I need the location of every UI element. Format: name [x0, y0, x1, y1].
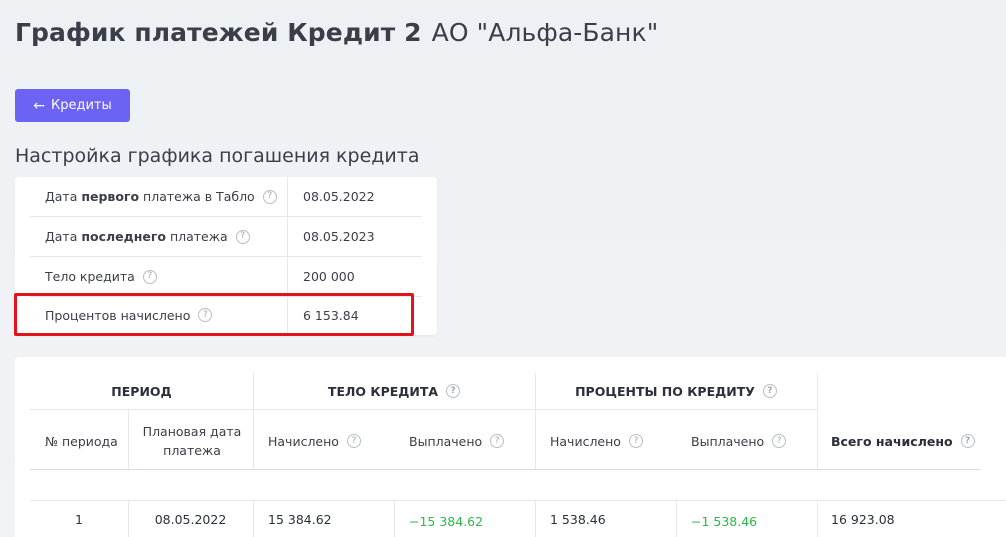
help-icon[interactable]: ?	[346, 434, 361, 448]
label-text: Тело кредита	[45, 269, 135, 284]
cell-interest-paid: −1 538.46	[691, 513, 758, 529]
label-text: платежа	[169, 229, 228, 244]
divider	[394, 500, 395, 537]
help-icon[interactable]: ?	[772, 434, 787, 448]
settings-label: Тело кредита ?	[30, 257, 288, 296]
label-bold: последнего	[81, 229, 166, 244]
divider	[676, 500, 677, 537]
help-icon[interactable]: ?	[762, 384, 777, 398]
col-total-accrued: Всего начислено ?	[831, 423, 975, 459]
cell-period-no: 1	[75, 511, 83, 527]
settings-value: 200 000	[303, 269, 355, 284]
settings-row-first-payment: Дата первого платежа в Табло ? 08.05.202…	[30, 177, 422, 217]
divider	[253, 409, 535, 410]
settings-label: Процентов начислено ?	[30, 295, 288, 335]
divider	[30, 500, 1006, 501]
help-icon[interactable]: ?	[490, 434, 505, 448]
header-body: ТЕЛО КРЕДИТА ?	[253, 373, 535, 409]
cell-body-paid: −15 384.62	[409, 513, 484, 529]
header-period: ПЕРИОД	[111, 383, 172, 399]
divider	[535, 373, 536, 469]
help-icon[interactable]: ?	[960, 434, 975, 448]
header-interest-label: ПРОЦЕНТЫ ПО КРЕДИТУ	[575, 383, 755, 399]
help-icon[interactable]: ?	[628, 434, 643, 448]
back-to-credits-button[interactable]: ← Кредиты	[15, 89, 130, 122]
divider	[535, 500, 536, 537]
divider	[128, 409, 129, 469]
col-interest-accrued: Начислено ?	[550, 423, 643, 459]
help-icon[interactable]: ?	[198, 308, 213, 322]
help-icon[interactable]: ?	[446, 384, 461, 398]
header-interest: ПРОЦЕНТЫ ПО КРЕДИТУ ?	[535, 373, 817, 409]
page-title-text: График платежей Кредит 2	[15, 18, 422, 47]
help-icon[interactable]: ?	[235, 229, 250, 244]
divider	[253, 500, 254, 537]
label-text: платежа в Табло	[143, 189, 255, 204]
divider	[253, 373, 254, 469]
col-body-accrued: Начислено ?	[268, 423, 361, 459]
col-planned-date: Плановая дата платежа	[142, 424, 242, 458]
divider	[817, 500, 818, 537]
arrow-left-icon: ←	[33, 97, 45, 114]
divider	[535, 409, 817, 410]
back-button-label: Кредиты	[50, 98, 112, 113]
label-bold: первого	[81, 189, 140, 204]
settings-row-interest-accrued: Процентов начислено ? 6 153.84	[30, 295, 422, 335]
label-text: Дата	[45, 229, 78, 244]
settings-value: 6 153.84	[303, 307, 359, 323]
settings-row-principal: Тело кредита ? 200 000	[30, 257, 422, 297]
divider	[30, 469, 980, 470]
col-label: Выплачено	[691, 433, 765, 449]
settings-label: Дата последнего платежа ?	[30, 217, 288, 256]
cell-total-accrued: 16 923.08	[831, 511, 895, 527]
help-icon[interactable]: ?	[262, 189, 277, 204]
header-body-label: ТЕЛО КРЕДИТА	[327, 383, 439, 399]
col-interest-paid: Выплачено ?	[691, 423, 787, 459]
col-label: Выплачено	[409, 433, 483, 449]
label-text: Процентов начислено	[45, 307, 191, 323]
payment-schedule-table: ПЕРИОД ТЕЛО КРЕДИТА ? ПРОЦЕНТЫ ПО КРЕДИТ…	[15, 357, 1006, 537]
section-title: Настройка графика погашения кредита	[15, 145, 420, 167]
col-body-paid: Выплачено ?	[409, 423, 505, 459]
settings-card: Дата первого платежа в Табло ? 08.05.202…	[15, 177, 437, 335]
col-label: Всего начислено	[831, 433, 953, 449]
col-label: Начислено	[268, 433, 339, 449]
col-period-no: № периода	[45, 433, 118, 449]
cell-body-accrued: 15 384.62	[268, 511, 332, 527]
cell-planned-date: 08.05.2022	[154, 511, 227, 527]
settings-row-last-payment: Дата последнего платежа ? 08.05.2023	[30, 217, 422, 257]
col-label: Начислено	[550, 433, 621, 449]
settings-value: 08.05.2022	[303, 189, 375, 204]
label-text: Дата	[45, 189, 78, 204]
help-icon[interactable]: ?	[142, 269, 157, 284]
settings-value: 08.05.2023	[303, 229, 375, 244]
cell-interest-accrued: 1 538.46	[550, 511, 606, 527]
page-title: График платежей Кредит 2 АО "Альфа-Банк"	[15, 18, 658, 47]
bank-name: АО "Альфа-Банк"	[431, 18, 659, 47]
settings-label: Дата первого платежа в Табло ?	[30, 177, 288, 216]
divider	[30, 409, 253, 410]
divider	[817, 373, 818, 469]
